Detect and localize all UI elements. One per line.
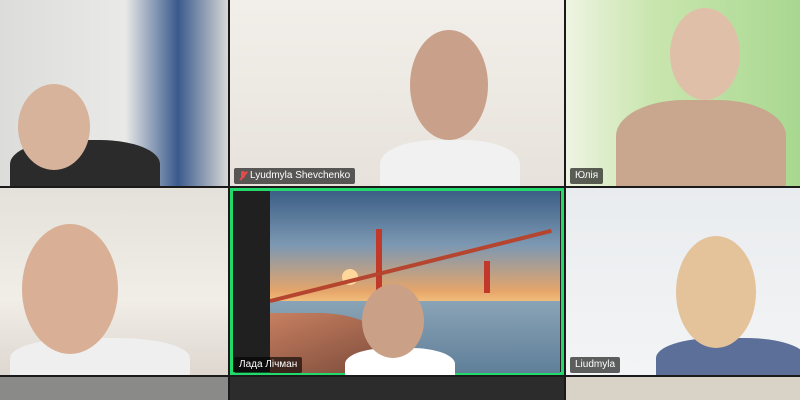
participant-name: Liudmyla <box>575 359 616 370</box>
participant-name-label: Юлія <box>570 168 604 184</box>
mic-muted-icon <box>239 171 247 181</box>
participant-head <box>670 8 740 100</box>
participant-name: Юлія <box>575 170 599 181</box>
participant-head <box>676 236 756 348</box>
participant-tile-p1[interactable] <box>0 0 228 186</box>
participant-tile-partial[interactable] <box>0 377 228 400</box>
participant-name-label: Liudmyla <box>570 357 621 373</box>
participant-tile-p6[interactable]: Liudmyla <box>566 188 800 375</box>
participant-tile-p3[interactable]: Юлія <box>566 0 800 186</box>
participant-tile-partial[interactable] <box>566 377 800 400</box>
participant-tile-partial[interactable] <box>230 377 564 400</box>
participant-tile-p5[interactable]: Лада Лічман <box>230 188 564 375</box>
participant-head <box>410 30 488 140</box>
participant-name-label: Лада Лічман <box>234 357 303 373</box>
participant-tile-p2[interactable]: Lyudmyla Shevchenko <box>230 0 564 186</box>
participant-tile-p4[interactable] <box>0 188 228 375</box>
participant-name-label: Lyudmyla Shevchenko <box>234 168 356 184</box>
participant-silhouette <box>10 338 190 375</box>
participant-head <box>22 224 118 354</box>
participant-name: Лада Лічман <box>239 359 298 370</box>
participant-head <box>362 284 424 358</box>
video-gallery: Lyudmyla Shevchenko Юлія Лада Лічман Liu… <box>0 0 800 400</box>
participant-name: Lyudmyla Shevchenko <box>250 170 351 181</box>
participant-silhouette <box>616 100 786 186</box>
participant-head <box>18 84 90 170</box>
participant-silhouette <box>380 140 520 186</box>
